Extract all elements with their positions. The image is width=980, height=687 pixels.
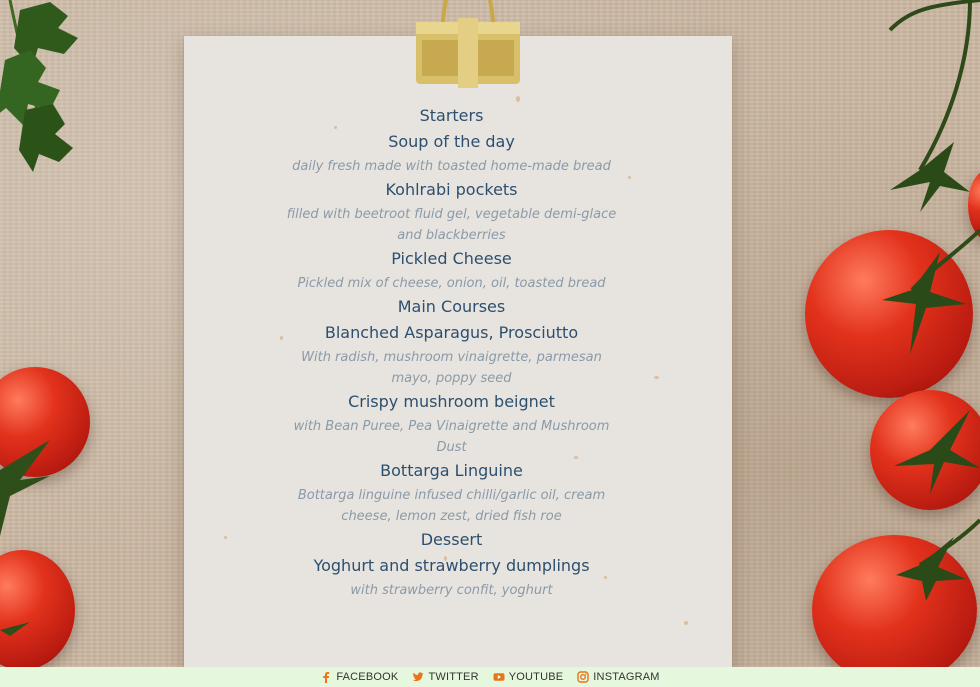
- dish-description: daily fresh made with toasted home-made …: [292, 159, 611, 174]
- menu-item: Crispy mushroom beignet with Bean Puree,…: [184, 390, 719, 458]
- menu-item: Pickled Cheese Pickled mix of cheese, on…: [184, 247, 719, 294]
- section-title: Starters: [419, 106, 484, 125]
- youtube-link[interactable]: YOUTUBE: [493, 671, 564, 683]
- section-main-courses: Main Courses Blanched Asparagus, Prosciu…: [184, 295, 719, 527]
- facebook-icon: [323, 672, 330, 683]
- dish-description: with strawberry confit, yoghurt: [350, 583, 553, 598]
- dish-name: Soup of the day: [388, 132, 515, 151]
- dish-name: Crispy mushroom beignet: [348, 392, 555, 411]
- background-photo: Starters Soup of the day daily fresh mad…: [0, 0, 980, 667]
- dish-description: Bottarga linguine infused chilli/garlic …: [297, 488, 606, 524]
- section-title: Dessert: [420, 530, 483, 549]
- facebook-link[interactable]: FACEBOOK: [320, 671, 398, 683]
- instagram-link[interactable]: INSTAGRAM: [577, 671, 659, 683]
- dish-name: Blanched Asparagus, Prosciutto: [324, 323, 579, 342]
- dish-description: with Bean Puree, Pea Vinaigrette and Mus…: [293, 419, 610, 455]
- menu-content: Starters Soup of the day daily fresh mad…: [184, 104, 719, 602]
- dish-name: Pickled Cheese: [391, 249, 512, 268]
- facebook-label: FACEBOOK: [336, 671, 399, 683]
- menu-item: Yoghurt and strawberry dumplings with st…: [184, 554, 719, 601]
- twitter-label: TWITTER: [428, 671, 479, 683]
- dish-description: With radish, mushroom vinaigrette, parme…: [301, 350, 602, 386]
- twitter-icon: [413, 672, 424, 682]
- vine-stems: [882, 0, 980, 600]
- menu-item: Bottarga Linguine Bottarga linguine infu…: [184, 459, 719, 527]
- dish-name: Kohlrabi pockets: [385, 180, 518, 199]
- dish-name: Bottarga Linguine: [380, 461, 523, 480]
- menu-item: Blanched Asparagus, Prosciutto With radi…: [184, 321, 719, 389]
- section-starters: Starters Soup of the day daily fresh mad…: [184, 104, 719, 294]
- dish-description: Pickled mix of cheese, onion, oil, toast…: [297, 276, 606, 291]
- instagram-label: INSTAGRAM: [593, 671, 660, 683]
- dish-name: Yoghurt and strawberry dumplings: [313, 556, 590, 575]
- tomato-stem-left: [0, 440, 50, 636]
- section-title: Main Courses: [397, 297, 506, 316]
- binder-clip: [416, 0, 520, 88]
- parsley-decoration: [0, 0, 78, 172]
- twitter-link[interactable]: TWITTER: [412, 671, 479, 683]
- menu-item: Soup of the day daily fresh made with to…: [184, 130, 719, 177]
- youtube-label: YOUTUBE: [508, 671, 564, 683]
- social-footer: FACEBOOK TWITTER YOUTUBE INSTAGRAM: [0, 667, 980, 687]
- menu-item: Kohlrabi pockets filled with beetroot fl…: [184, 178, 719, 246]
- dish-description: filled with beetroot fluid gel, vegetabl…: [286, 207, 617, 243]
- section-dessert: Dessert Yoghurt and strawberry dumplings…: [184, 528, 719, 601]
- instagram-icon: [577, 671, 589, 683]
- youtube-icon: [493, 673, 505, 681]
